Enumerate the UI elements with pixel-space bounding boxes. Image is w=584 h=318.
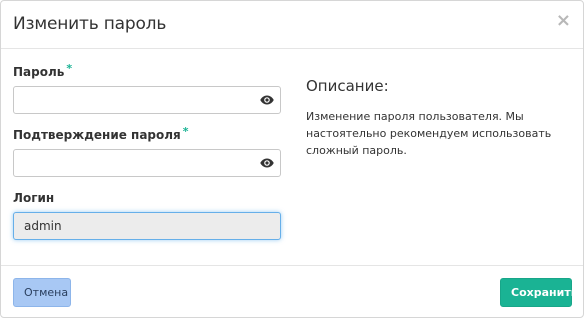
confirm-password-input[interactable] xyxy=(13,149,281,177)
required-marker: * xyxy=(182,125,189,138)
confirm-password-field-wrapper xyxy=(13,149,281,177)
login-input[interactable] xyxy=(13,212,281,240)
password-field-wrapper xyxy=(13,86,281,114)
dialog-header: Изменить пароль × xyxy=(1,1,583,49)
login-label: Логин xyxy=(13,191,55,205)
cancel-button[interactable]: Отмена xyxy=(13,278,71,307)
eye-icon[interactable] xyxy=(260,157,274,169)
confirm-password-label: Подтверждение пароля * xyxy=(13,125,189,142)
dialog-footer: Отмена Сохранить xyxy=(1,265,583,317)
description-text: Изменение пароля пользователя. Мы настоя… xyxy=(306,110,552,157)
dialog-title: Изменить пароль xyxy=(13,14,167,34)
eye-icon[interactable] xyxy=(260,94,274,106)
save-button[interactable]: Сохранить xyxy=(500,278,578,307)
required-marker: * xyxy=(66,62,73,75)
password-input[interactable] xyxy=(13,86,281,114)
password-label: Пароль * xyxy=(13,62,73,79)
description-title: Описание: xyxy=(306,77,389,95)
login-field-wrapper xyxy=(13,212,281,240)
change-password-dialog: Изменить пароль × Пароль * Подтверждение … xyxy=(0,0,584,318)
close-button[interactable]: × xyxy=(556,12,571,30)
